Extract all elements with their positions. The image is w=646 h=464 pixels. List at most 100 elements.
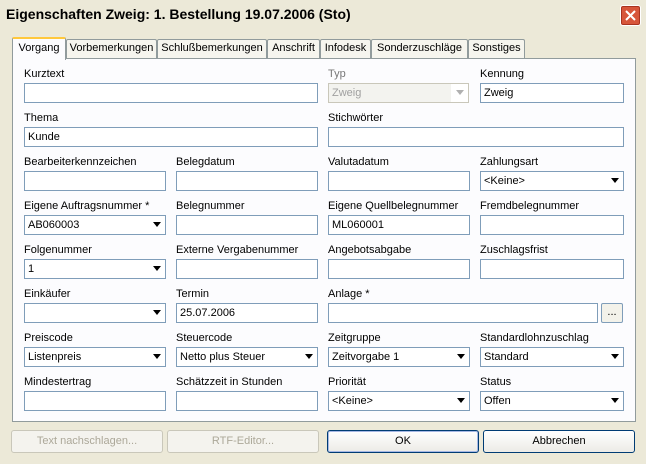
mindestertrag-field[interactable]: [24, 391, 166, 411]
zahlungsart-label: Zahlungsart: [480, 156, 539, 168]
window-title: Eigenschaften Zweig: 1. Bestellung 19.07…: [6, 6, 351, 22]
zeitgruppe-label: Zeitgruppe: [328, 332, 381, 344]
anlage-label: Anlage *: [328, 288, 370, 300]
close-icon: [625, 10, 636, 21]
einkaeufer-label: Einkäufer: [24, 288, 71, 300]
chevron-down-icon: [457, 354, 465, 359]
status-value: Offen: [484, 395, 511, 407]
chevron-down-icon: [153, 222, 161, 227]
steuercode-select[interactable]: Netto plus Steuer: [176, 347, 318, 367]
tab-vorgang[interactable]: Vorgang: [12, 37, 66, 60]
eigene-quellbelegnummer-field[interactable]: ML060001: [328, 215, 470, 235]
fremdbelegnummer-label: Fremdbelegnummer: [480, 200, 580, 212]
tab-infodesk[interactable]: Infodesk: [320, 39, 371, 59]
zeitgruppe-value: Zeitvorgabe 1: [332, 351, 400, 363]
folgenummer-value: 1: [28, 263, 35, 275]
chevron-down-icon: [305, 354, 313, 359]
folgenummer-label: Folgenummer: [24, 244, 92, 256]
tab-schlussbemerkungen[interactable]: Schlußbemerkungen: [157, 39, 267, 59]
typ-value: Zweig: [332, 87, 362, 99]
abbrechen-button[interactable]: Abbrechen: [483, 430, 635, 453]
schaetzzeit-field[interactable]: [176, 391, 318, 411]
rtf-editor-button[interactable]: RTF-Editor...: [167, 430, 319, 453]
folgenummer-select[interactable]: 1: [24, 259, 166, 279]
status-select[interactable]: Offen: [480, 391, 624, 411]
steuercode-label: Steuercode: [176, 332, 233, 344]
zeitgruppe-select[interactable]: Zeitvorgabe 1: [328, 347, 470, 367]
eigene-auftragsnummer-select[interactable]: AB060003: [24, 215, 166, 235]
zuschlagsfrist-field[interactable]: [480, 259, 624, 279]
standardlohnzuschlag-label: Standardlohnzuschlag: [480, 332, 589, 344]
standardlohnzuschlag-select[interactable]: Standard: [480, 347, 624, 367]
einkaeufer-dropdown-button[interactable]: [148, 304, 165, 322]
thema-label: Thema: [24, 112, 59, 124]
belegdatum-label: Belegdatum: [176, 156, 235, 168]
title-bar: Eigenschaften Zweig: 1. Bestellung 19.07…: [0, 0, 646, 30]
properties-dialog: Eigenschaften Zweig: 1. Bestellung 19.07…: [0, 0, 646, 464]
externe-vergabenummer-label: Externe Vergabenummer: [176, 244, 299, 256]
eigene-auftragsnummer-label: Eigene Auftragsnummer *: [24, 200, 150, 212]
anlage-field[interactable]: [328, 303, 598, 323]
prioritaet-dropdown-button[interactable]: [452, 392, 469, 410]
einkaeufer-select[interactable]: [24, 303, 166, 323]
tab-sonstiges[interactable]: Sonstiges: [468, 39, 525, 59]
chevron-down-icon: [611, 354, 619, 359]
kennung-field[interactable]: Zweig: [480, 83, 624, 103]
zuschlagsfrist-label: Zuschlagsfrist: [480, 244, 548, 256]
zahlungsart-value: <Keine>: [484, 175, 525, 187]
stichwoerter-field[interactable]: [328, 127, 624, 147]
thema-field[interactable]: Kunde: [24, 127, 318, 147]
tab-anschrift[interactable]: Anschrift: [267, 39, 320, 59]
zahlungsart-dropdown-button[interactable]: [606, 172, 623, 190]
belegdatum-field[interactable]: [176, 171, 318, 191]
zeitgruppe-dropdown-button[interactable]: [452, 348, 469, 366]
valutadatum-label: Valutadatum: [328, 156, 389, 168]
angebotsabgabe-field[interactable]: [328, 259, 470, 279]
anlage-browse-button[interactable]: ...: [601, 303, 623, 323]
preiscode-value: Listenpreis: [28, 351, 82, 363]
fremdbelegnummer-field[interactable]: [480, 215, 624, 235]
angebotsabgabe-label: Angebotsabgabe: [328, 244, 412, 256]
eigene-auftragsnummer-dropdown-button[interactable]: [148, 216, 165, 234]
eigene-auftragsnummer-value: AB060003: [28, 219, 80, 231]
chevron-down-icon: [611, 398, 619, 403]
chevron-down-icon: [457, 398, 465, 403]
steuercode-value: Netto plus Steuer: [180, 351, 265, 363]
kurztext-field[interactable]: [24, 83, 318, 103]
standardlohnzuschlag-dropdown-button[interactable]: [606, 348, 623, 366]
preiscode-label: Preiscode: [24, 332, 73, 344]
text-nachschlagen-button[interactable]: Text nachschlagen...: [11, 430, 163, 453]
belegnummer-label: Belegnummer: [176, 200, 245, 212]
kennung-label: Kennung: [480, 68, 525, 80]
bearbeiterkennzeichen-field[interactable]: [24, 171, 166, 191]
chevron-down-icon: [611, 178, 619, 183]
belegnummer-field[interactable]: [176, 215, 318, 235]
termin-label: Termin: [176, 288, 210, 300]
schaetzzeit-label: Schätzzeit in Stunden: [176, 376, 283, 388]
chevron-down-icon: [456, 90, 464, 95]
eigene-quellbelegnummer-label: Eigene Quellbelegnummer: [328, 200, 459, 212]
ok-button[interactable]: OK: [327, 430, 479, 453]
steuercode-dropdown-button[interactable]: [300, 348, 317, 366]
chevron-down-icon: [153, 354, 161, 359]
prioritaet-select[interactable]: <Keine>: [328, 391, 470, 411]
preiscode-dropdown-button[interactable]: [148, 348, 165, 366]
zahlungsart-select[interactable]: <Keine>: [480, 171, 624, 191]
standardlohnzuschlag-value: Standard: [484, 351, 529, 363]
valutadatum-field[interactable]: [328, 171, 470, 191]
typ-dropdown-button: [451, 84, 468, 102]
preiscode-select[interactable]: Listenpreis: [24, 347, 166, 367]
typ-select: Zweig: [328, 83, 469, 103]
typ-label: Typ: [328, 68, 346, 80]
close-button[interactable]: [620, 5, 641, 26]
status-dropdown-button[interactable]: [606, 392, 623, 410]
tab-vorbemerkungen[interactable]: Vorbemerkungen: [66, 39, 157, 59]
mindestertrag-label: Mindestertrag: [24, 376, 92, 388]
kurztext-label: Kurztext: [24, 68, 65, 80]
tab-sonderzuschlaege[interactable]: Sonderzuschläge: [371, 39, 468, 59]
chevron-down-icon: [153, 310, 161, 315]
termin-field[interactable]: 25.07.2006: [176, 303, 318, 323]
folgenummer-dropdown-button[interactable]: [148, 260, 165, 278]
prioritaet-value: <Keine>: [332, 395, 373, 407]
externe-vergabenummer-field[interactable]: [176, 259, 318, 279]
